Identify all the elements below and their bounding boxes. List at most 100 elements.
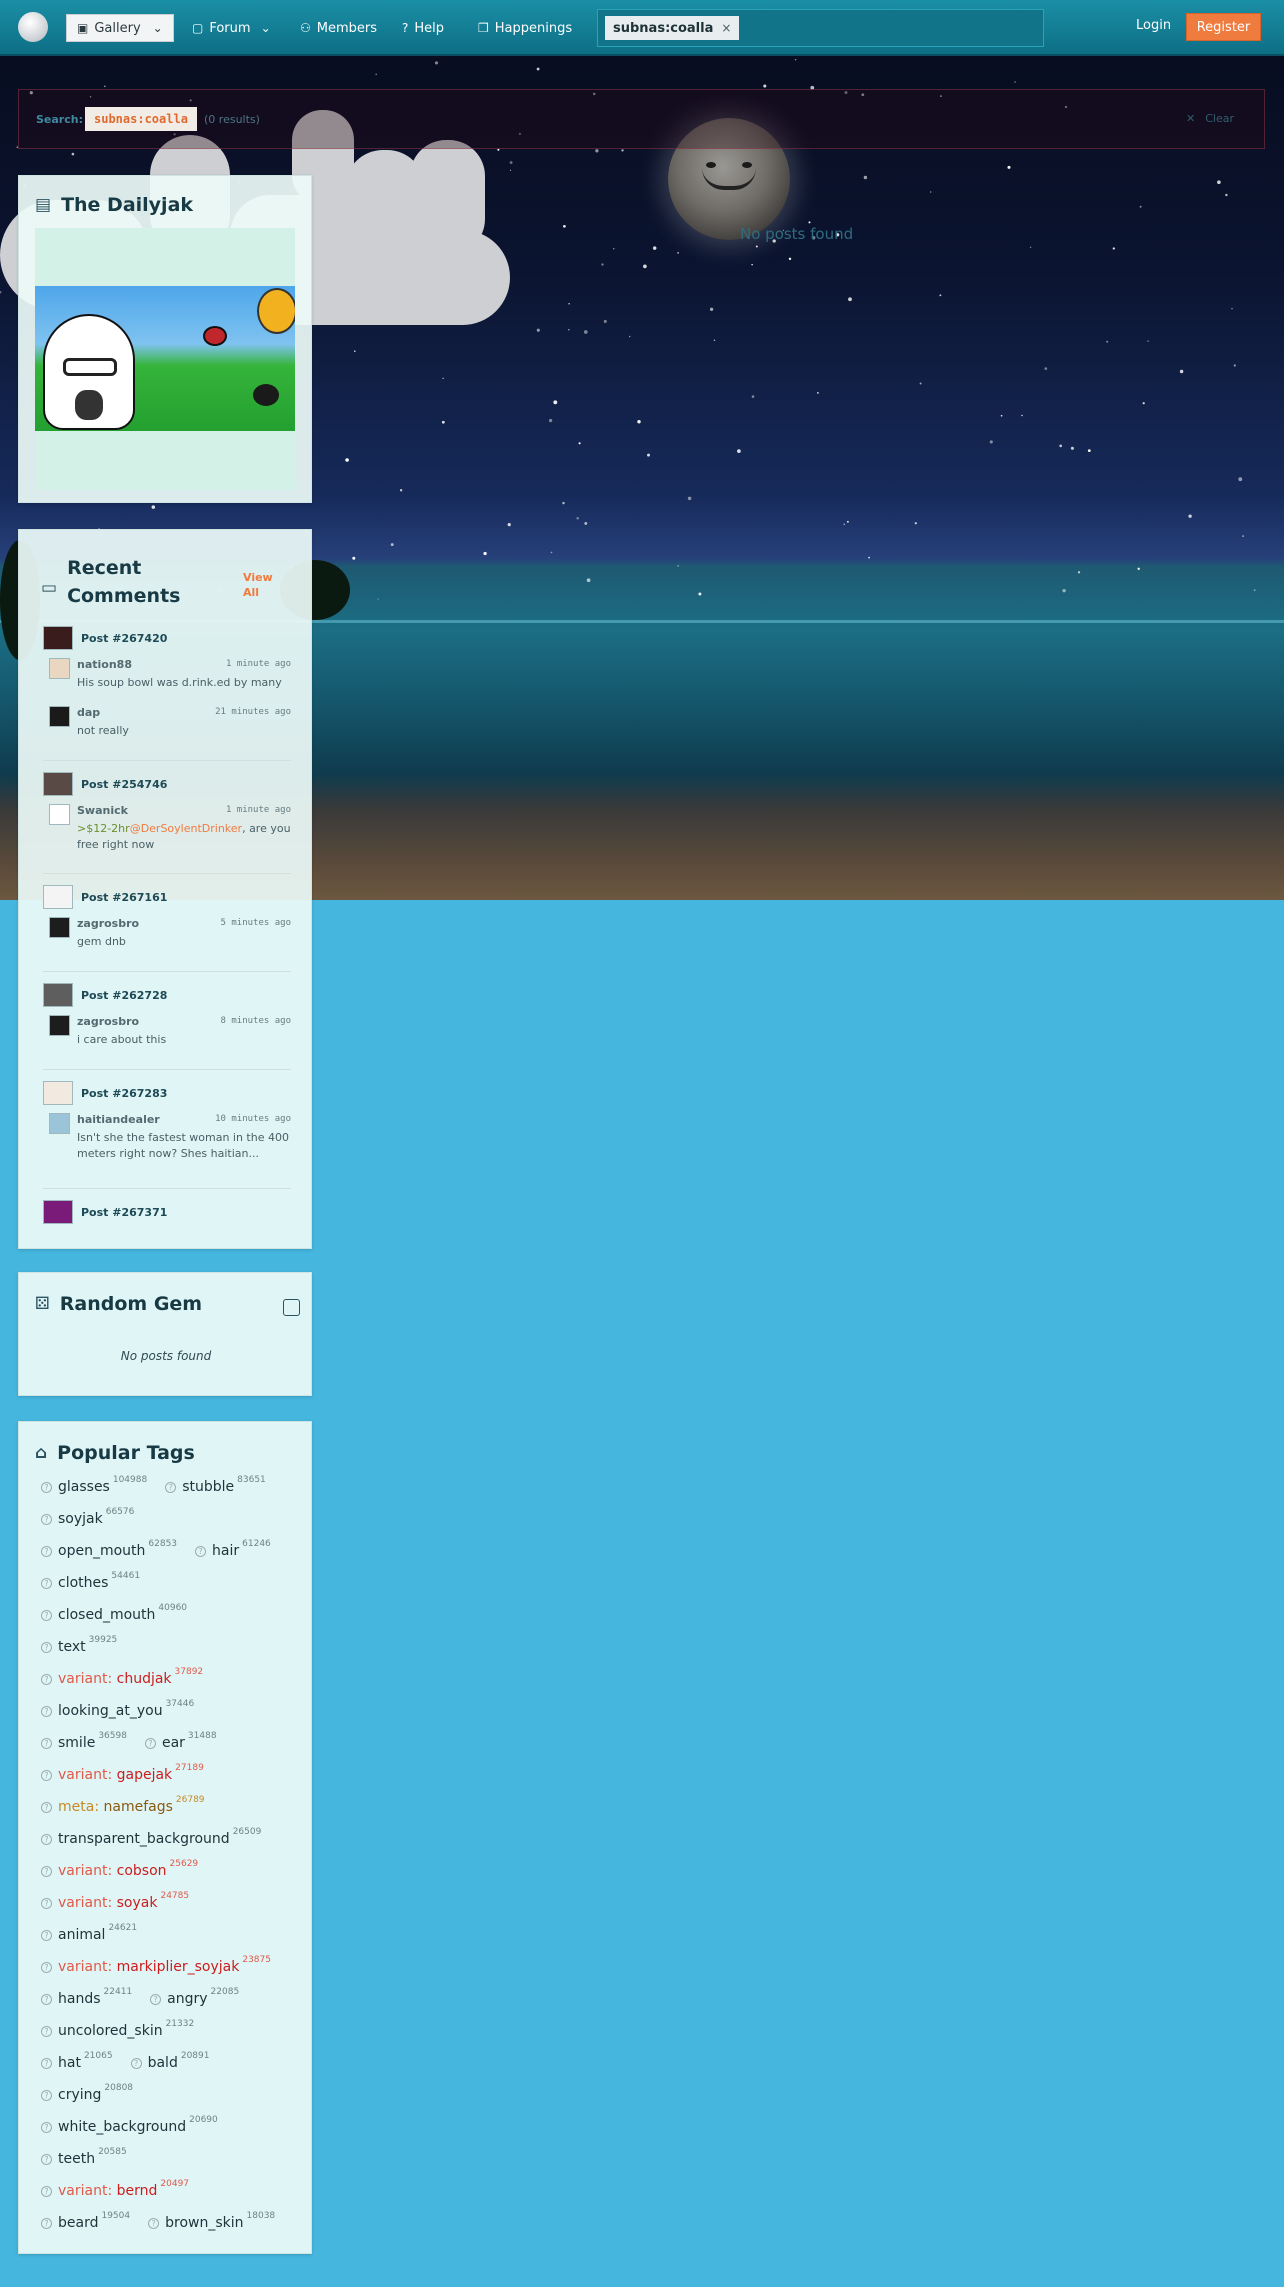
comment-post-link[interactable]: Post #267283 — [43, 1081, 291, 1105]
tag-link[interactable]: ? looking_at_you 37446 — [41, 1699, 194, 1719]
post-number[interactable]: Post #267161 — [81, 891, 167, 904]
question-icon[interactable]: ? — [41, 1962, 52, 1973]
question-icon[interactable]: ? — [41, 1578, 52, 1589]
question-icon[interactable]: ? — [41, 1994, 52, 2005]
site-logo[interactable] — [18, 12, 48, 42]
question-icon[interactable]: ? — [41, 2186, 52, 2197]
question-icon[interactable]: ? — [41, 1642, 52, 1653]
question-icon[interactable]: ? — [41, 2218, 52, 2229]
avatar[interactable] — [49, 917, 70, 938]
post-number[interactable]: Post #267283 — [81, 1087, 167, 1100]
avatar[interactable] — [49, 1113, 70, 1134]
question-icon[interactable]: ? — [195, 1546, 207, 1557]
comment-username[interactable]: haitiandealer — [77, 1113, 160, 1126]
post-number[interactable]: Post #262728 — [81, 989, 167, 1002]
tag-link[interactable]: ? variant: chudjak 37892 — [41, 1667, 203, 1687]
comment-post-link[interactable]: Post #262728 — [43, 983, 291, 1007]
tag-link[interactable]: ? open_mouth 62853 — [41, 1539, 177, 1559]
question-icon[interactable]: ? — [144, 1738, 156, 1749]
comment-username[interactable]: nation88 — [77, 658, 132, 671]
question-icon[interactable]: ? — [41, 1802, 52, 1813]
search-input[interactable]: subnas:coalla × — [597, 9, 1044, 47]
comment-username[interactable]: Swanick — [77, 804, 128, 817]
comment-post-link[interactable]: Post #267371 — [43, 1200, 291, 1224]
tag-link[interactable]: ? meta: namefags 26789 — [41, 1795, 205, 1815]
comment-post-link[interactable]: Post #267161 — [43, 885, 291, 909]
tag-link[interactable]: ? beard 19504 — [41, 2211, 130, 2231]
reroll-dice-icon[interactable] — [283, 1299, 300, 1316]
register-button[interactable]: Register — [1186, 13, 1261, 41]
question-icon[interactable]: ? — [41, 1930, 52, 1941]
question-icon[interactable]: ? — [41, 2026, 52, 2037]
search-query-chip[interactable]: subnas:coalla — [85, 107, 197, 131]
gallery-button[interactable]: ▣ Gallery ⌄ — [66, 14, 174, 42]
clear-search-button[interactable]: ✕ Clear — [1186, 112, 1234, 125]
question-icon[interactable]: ? — [41, 1866, 52, 1877]
tag-link[interactable]: ? animal 24621 — [41, 1923, 137, 1943]
view-all-link[interactable]: View All — [243, 570, 283, 600]
tag-link[interactable]: ? variant: bernd 20497 — [41, 2179, 189, 2199]
post-thumbnail[interactable] — [43, 772, 73, 796]
avatar[interactable] — [49, 1015, 70, 1036]
post-number[interactable]: Post #267371 — [81, 1206, 167, 1219]
tag-link[interactable]: ? smile 36598 — [41, 1731, 127, 1751]
question-icon[interactable]: ? — [41, 1674, 52, 1685]
tag-link[interactable]: ? stubble 83651 — [165, 1475, 266, 1495]
question-icon[interactable]: ? — [41, 2090, 52, 2101]
tag-link[interactable]: ? soyjak 66576 — [41, 1507, 134, 1527]
tag-link[interactable]: ? white_background 20690 — [41, 2115, 218, 2135]
tag-link[interactable]: ? brown_skin 18038 — [148, 2211, 275, 2231]
user-mention-link[interactable]: @DerSoylentDrinker — [130, 822, 242, 835]
question-icon[interactable]: ? — [41, 2154, 52, 2165]
tag-link[interactable]: ? closed_mouth 40960 — [41, 1603, 187, 1623]
comment-post-link[interactable]: Post #254746 — [43, 772, 291, 796]
tag-link[interactable]: ? clothes 54461 — [41, 1571, 140, 1591]
post-thumbnail[interactable] — [43, 1081, 73, 1105]
comment-post-link[interactable]: Post #267420 — [43, 626, 291, 650]
avatar[interactable] — [49, 658, 70, 679]
question-icon[interactable]: ? — [150, 1994, 162, 2005]
question-icon[interactable]: ? — [165, 1482, 177, 1493]
tag-link[interactable]: ? ear 31488 — [144, 1731, 217, 1751]
close-icon[interactable]: × — [721, 21, 731, 35]
tag-link[interactable]: ? glasses 104988 — [41, 1475, 147, 1495]
forum-button[interactable]: ▢ Forum ⌄ — [182, 14, 281, 42]
question-icon[interactable]: ? — [41, 2058, 52, 2069]
search-tag-chip[interactable]: subnas:coalla × — [605, 16, 740, 40]
comment-username[interactable]: dap — [77, 706, 100, 719]
tag-link[interactable]: ? crying 20808 — [41, 2083, 133, 2103]
tag-link[interactable]: ? variant: soyak 24785 — [41, 1891, 189, 1911]
post-thumbnail[interactable] — [43, 1200, 73, 1224]
tag-link[interactable]: ? angry 22085 — [150, 1987, 239, 2007]
avatar[interactable] — [49, 706, 70, 727]
question-icon[interactable]: ? — [41, 1514, 52, 1525]
login-link[interactable]: Login — [1136, 18, 1171, 33]
tag-link[interactable]: ? text 39925 — [41, 1635, 117, 1655]
post-thumbnail[interactable] — [43, 885, 73, 909]
question-icon[interactable]: ? — [41, 2122, 52, 2133]
avatar[interactable] — [49, 804, 70, 825]
members-button[interactable]: ⚇ Members — [290, 14, 387, 42]
tag-link[interactable]: ? hands 22411 — [41, 1987, 132, 2007]
tag-link[interactable]: ? bald 20891 — [130, 2051, 209, 2071]
tag-link[interactable]: ? uncolored_skin 21332 — [41, 2019, 194, 2039]
tag-link[interactable]: ? transparent_background 26509 — [41, 1827, 261, 1847]
comment-username[interactable]: zagrosbro — [77, 917, 139, 930]
question-icon[interactable]: ? — [41, 1898, 52, 1909]
dailyjak-image-frame[interactable] — [35, 228, 295, 490]
question-icon[interactable]: ? — [41, 1546, 52, 1557]
tag-link[interactable]: ? variant: gapejak 27189 — [41, 1763, 204, 1783]
tag-link[interactable]: ? teeth 20585 — [41, 2147, 127, 2167]
question-icon[interactable]: ? — [41, 1834, 52, 1845]
post-number[interactable]: Post #267420 — [81, 632, 167, 645]
question-icon[interactable]: ? — [41, 1482, 52, 1493]
happenings-button[interactable]: ❐ Happenings — [468, 14, 582, 42]
tag-link[interactable]: ? hat 21065 — [41, 2051, 113, 2071]
question-icon[interactable]: ? — [41, 1706, 52, 1717]
question-icon[interactable]: ? — [41, 1610, 52, 1621]
comment-username[interactable]: zagrosbro — [77, 1015, 139, 1028]
tag-link[interactable]: ? hair 61246 — [195, 1539, 271, 1559]
question-icon[interactable]: ? — [130, 2058, 142, 2069]
dailyjak-image[interactable] — [35, 286, 295, 431]
post-thumbnail[interactable] — [43, 983, 73, 1007]
